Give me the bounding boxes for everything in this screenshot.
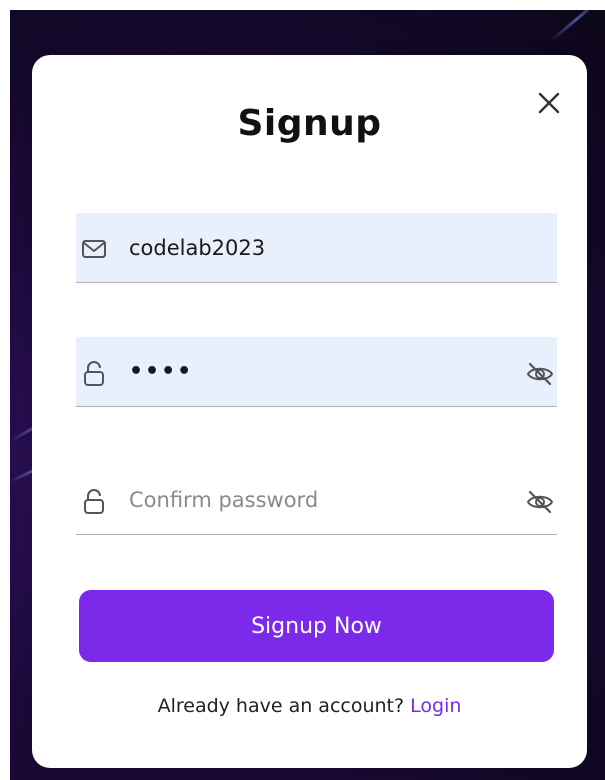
login-prompt-text: Already have an account? — [157, 695, 405, 717]
lock-icon — [84, 361, 104, 386]
email-field[interactable]: codelab2023 — [76, 213, 557, 283]
signup-now-button[interactable]: Signup Now — [79, 590, 554, 662]
email-value: codelab2023 — [129, 236, 266, 260]
background-streak — [549, 10, 605, 43]
confirm-password-placeholder: Confirm password — [129, 488, 319, 512]
eye-off-icon[interactable] — [525, 359, 555, 389]
eye-off-icon[interactable] — [525, 487, 555, 517]
modal-title: Signup — [237, 103, 382, 144]
lock-icon — [84, 489, 104, 514]
login-link[interactable]: Login — [410, 695, 461, 717]
password-value: •••• — [129, 359, 194, 384]
confirm-password-field[interactable]: Confirm password — [76, 465, 557, 535]
login-prompt: Already have an account? Login — [32, 695, 587, 717]
signup-modal: Signup codelab2023 •••• Confirm password — [32, 55, 587, 768]
password-field[interactable]: •••• — [76, 337, 557, 407]
mail-icon — [82, 240, 106, 258]
